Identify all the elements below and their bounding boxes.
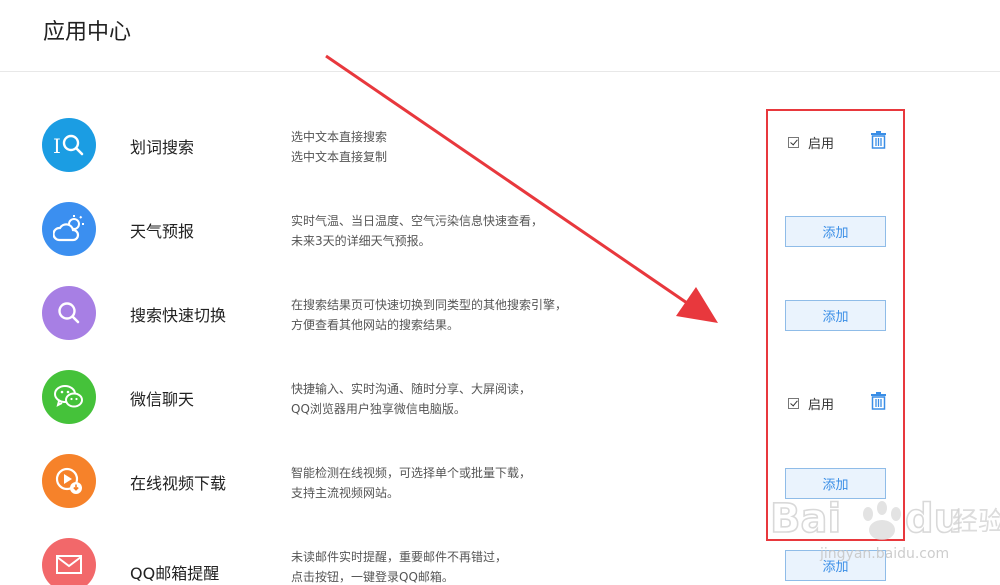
app-center-page: 应用中心 I 划词搜索 选中文本直接搜索 选中文本直接复制 启用 天气预报 实时… (0, 0, 1000, 585)
annotation-arrow (325, 54, 718, 323)
